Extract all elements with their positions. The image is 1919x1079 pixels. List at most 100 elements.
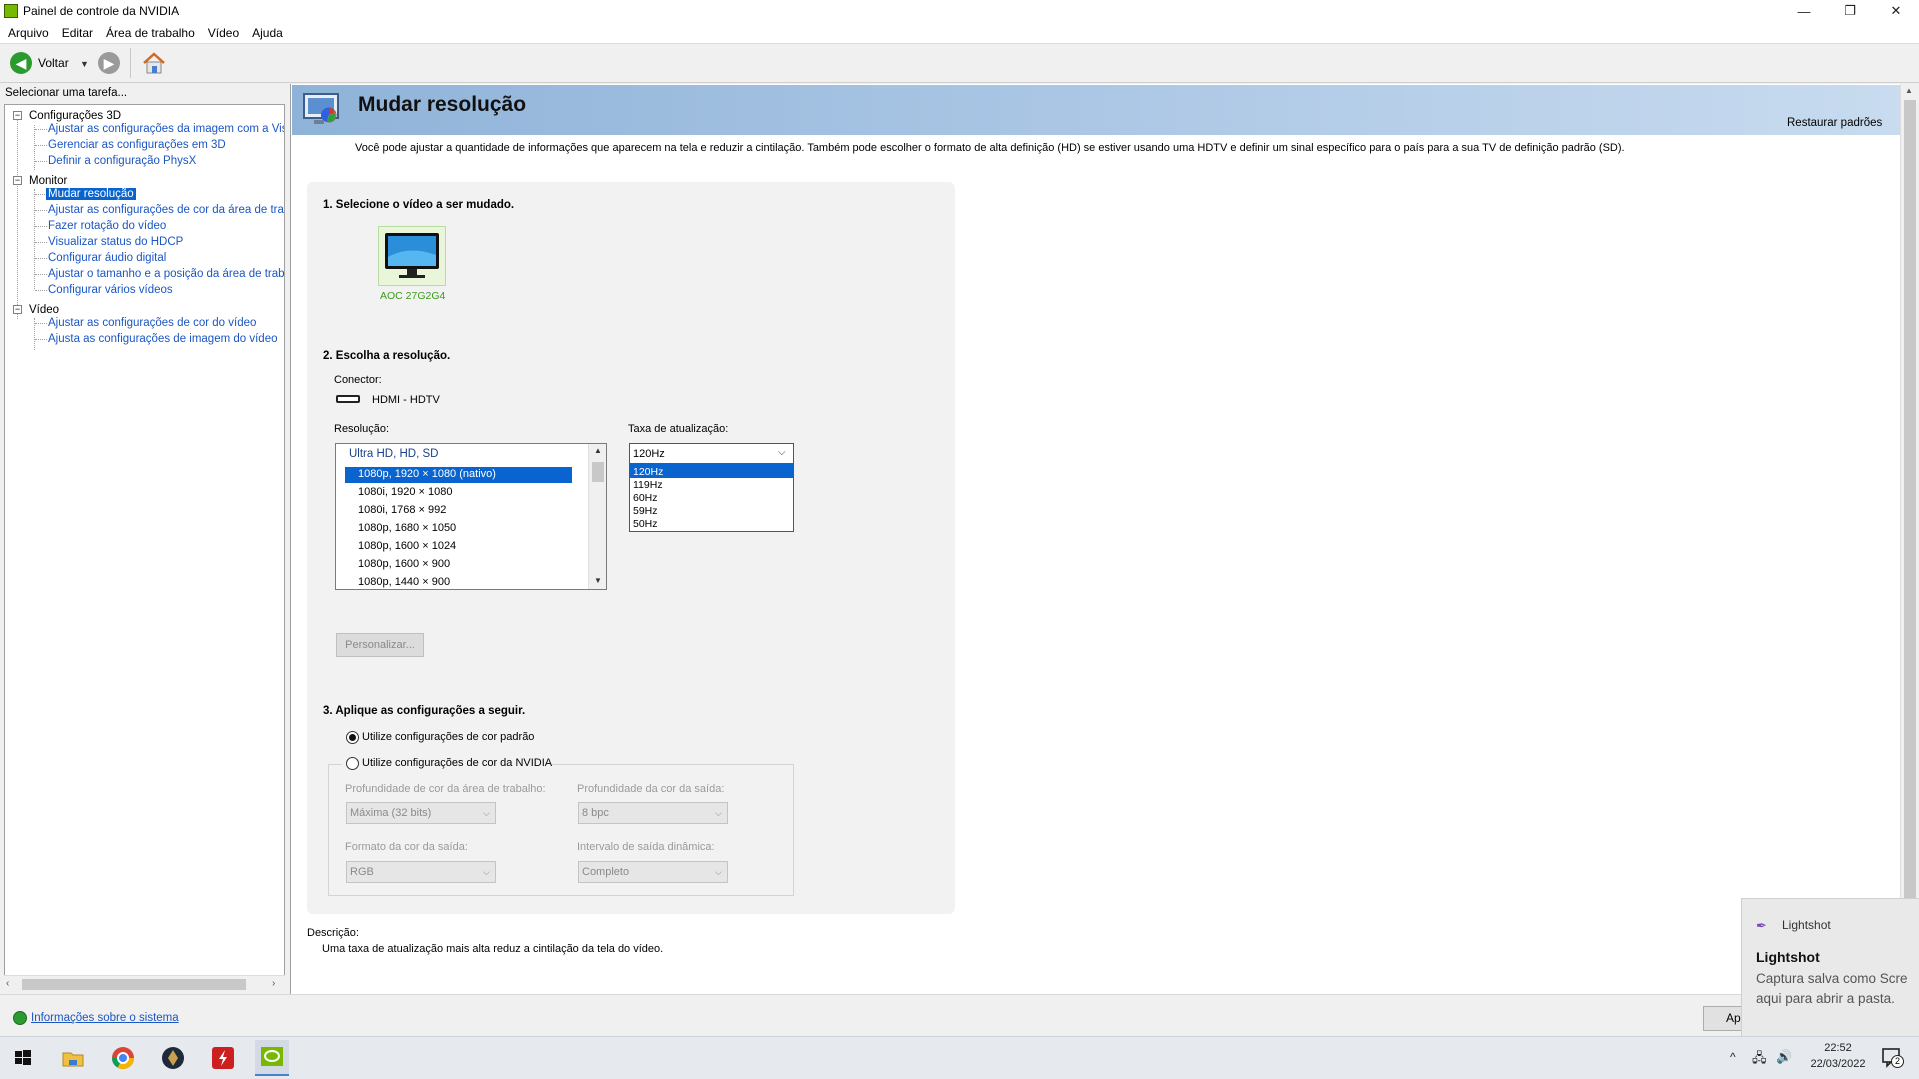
menu-video[interactable]: Vídeo <box>208 26 239 40</box>
menu-arquivo[interactable]: Arquivo <box>8 26 49 40</box>
desktop-color-depth-dropdown[interactable]: Máxima (32 bits) ⌵ <box>346 802 496 824</box>
display-tile[interactable] <box>378 226 446 286</box>
resolution-option[interactable]: 1080p, 1920 × 1080 (nativo) <box>358 468 496 480</box>
refresh-option[interactable]: 59Hz <box>633 505 658 517</box>
output-color-format-dropdown[interactable]: RGB ⌵ <box>346 861 496 883</box>
tray-overflow-chevron-icon[interactable]: ^ <box>1730 1050 1736 1064</box>
lightshot-notification[interactable]: ✒ Lightshot Lightshot Captura salva como… <box>1741 898 1919 1036</box>
scrollbar-thumb[interactable] <box>22 979 246 990</box>
volume-icon[interactable]: 🔊 <box>1776 1049 1792 1065</box>
tree-item-hdcp-status[interactable]: Visualizar status do HDCP <box>48 235 183 249</box>
refresh-rate-value: 120Hz <box>633 448 665 460</box>
dynamic-range-value: Completo <box>582 866 630 878</box>
resolution-option[interactable]: 1080p, 1600 × 1024 <box>358 540 456 552</box>
close-button[interactable]: ✕ <box>1873 0 1919 22</box>
minimize-button[interactable]: — <box>1781 0 1827 22</box>
tree-branch <box>35 145 47 146</box>
refresh-rate-dropdown[interactable]: 120Hz ⌵ <box>629 443 794 464</box>
windows-start-icon[interactable] <box>10 1045 36 1071</box>
tree-item-change-resolution[interactable]: Mudar resolução <box>46 187 136 201</box>
tree-group-3d-settings[interactable]: Configurações 3D <box>29 109 121 123</box>
radio-nvidia-color-label[interactable]: Utilize configurações de cor da NVIDIA <box>362 757 552 769</box>
toast-app-name: Lightshot <box>1782 918 1831 932</box>
taskbar-date[interactable]: 22/03/2022 <box>1803 1058 1873 1070</box>
expander-3d-settings[interactable]: − <box>13 111 22 120</box>
intro-text: Você pode ajustar a quantidade de inform… <box>355 142 1625 154</box>
radio-nvidia-color[interactable] <box>346 757 359 770</box>
expander-monitor[interactable]: − <box>13 176 22 185</box>
scroll-up-arrow-icon[interactable]: ▲ <box>594 446 602 455</box>
tree-item-video-color[interactable]: Ajustar as configurações de cor do vídeo <box>48 316 256 330</box>
toast-title: Lightshot <box>1756 949 1820 965</box>
resolution-scrollbar[interactable]: ▲ ▼ <box>588 444 606 589</box>
nvidia-taskbar-button[interactable] <box>255 1040 289 1076</box>
tree-item-multiple-displays[interactable]: Configurar vários vídeos <box>48 283 173 297</box>
forward-button[interactable]: ▶ <box>98 52 120 74</box>
dynamic-range-dropdown[interactable]: Completo ⌵ <box>578 861 728 883</box>
scrollbar-thumb[interactable] <box>1904 100 1916 914</box>
game-launcher-icon[interactable] <box>160 1045 186 1071</box>
chrome-icon[interactable] <box>110 1045 136 1071</box>
network-icon[interactable]: 🖧 <box>1752 1049 1767 1071</box>
flash-app-icon[interactable] <box>210 1045 236 1071</box>
refresh-rate-options-list[interactable]: 120Hz 119Hz 60Hz 59Hz 50Hz <box>629 464 794 532</box>
toast-line-1: Captura salva como Scre <box>1756 971 1908 986</box>
scroll-right-arrow-icon[interactable]: › <box>272 978 275 989</box>
refresh-option[interactable]: 119Hz <box>633 479 663 491</box>
scroll-up-arrow-icon[interactable]: ▲ <box>1905 86 1913 95</box>
tree-branch <box>35 323 47 324</box>
tree-horizontal-scrollbar[interactable]: ‹ › <box>4 975 285 992</box>
restore-defaults-link[interactable]: Restaurar padrões <box>1787 117 1882 129</box>
tree-item-desktop-color[interactable]: Ajustar as configurações de cor da área … <box>48 203 284 217</box>
refresh-option[interactable]: 50Hz <box>633 518 658 530</box>
scrollbar-thumb[interactable] <box>592 462 604 482</box>
tree-item-image-settings-preview[interactable]: Ajustar as configurações da imagem com a… <box>48 122 284 136</box>
chevron-down-icon: ⌵ <box>483 867 490 877</box>
resolution-option[interactable]: 1080p, 1600 × 900 <box>358 558 450 570</box>
output-color-depth-dropdown[interactable]: 8 bpc ⌵ <box>578 802 728 824</box>
chevron-down-icon: ⌵ <box>715 808 722 818</box>
action-center-button[interactable]: 2 <box>1880 1046 1904 1070</box>
resolution-option[interactable]: 1080i, 1920 × 1080 <box>358 486 453 498</box>
tree-item-digital-audio[interactable]: Configurar áudio digital <box>48 251 166 265</box>
scroll-down-arrow-icon[interactable]: ▼ <box>594 576 602 585</box>
tree-item-desktop-size-position[interactable]: Ajustar o tamanho e a posição da área de… <box>48 267 284 281</box>
chevron-down-icon: ⌵ <box>778 447 786 458</box>
nvidia-app-icon <box>4 4 18 18</box>
desktop-color-depth-label: Profundidade de cor da área de trabalho: <box>345 783 546 795</box>
tree-group-video[interactable]: Vídeo <box>29 303 59 317</box>
title-bar: Painel de controle da NVIDIA — ❐ ✕ <box>0 0 1919 22</box>
refresh-option[interactable]: 120Hz <box>633 466 663 478</box>
monitor-icon <box>385 233 439 278</box>
resolution-listbox[interactable]: Ultra HD, HD, SD 1080p, 1920 × 1080 (nat… <box>335 443 607 590</box>
menu-area-de-trabalho[interactable]: Área de trabalho <box>106 26 195 40</box>
radio-default-color[interactable] <box>346 731 359 744</box>
content-vertical-scrollbar[interactable]: ▲ <box>1900 84 1919 994</box>
tree-branch <box>35 129 47 130</box>
radio-default-color-label[interactable]: Utilize configurações de cor padrão <box>362 731 534 743</box>
file-explorer-icon[interactable] <box>60 1045 86 1071</box>
menu-editar[interactable]: Editar <box>62 26 93 40</box>
home-button[interactable] <box>141 51 167 75</box>
chevron-down-icon: ⌵ <box>715 867 722 877</box>
scroll-left-arrow-icon[interactable]: ‹ <box>6 978 9 989</box>
desktop-color-depth-value: Máxima (32 bits) <box>350 807 432 819</box>
tree-item-rotate-display[interactable]: Fazer rotação do vídeo <box>48 219 166 233</box>
tree-item-video-image[interactable]: Ajusta as configurações de imagem do víd… <box>48 332 278 346</box>
taskbar-clock[interactable]: 22:52 <box>1818 1042 1858 1054</box>
menu-ajuda[interactable]: Ajuda <box>252 26 283 40</box>
back-button[interactable]: ◀ Voltar <box>10 52 69 74</box>
tree-group-monitor[interactable]: Monitor <box>29 174 67 188</box>
customize-button[interactable]: Personalizar... <box>336 633 424 657</box>
resolution-option[interactable]: 1080p, 1440 × 900 <box>358 576 450 588</box>
resolution-option[interactable]: 1080p, 1680 × 1050 <box>358 522 456 534</box>
refresh-option[interactable]: 60Hz <box>633 492 658 504</box>
tree-item-manage-3d-settings[interactable]: Gerenciar as configurações em 3D <box>48 138 226 152</box>
resolution-option[interactable]: 1080i, 1768 × 992 <box>358 504 446 516</box>
section-1-title: 1. Selecione o vídeo a ser mudado. <box>323 199 515 211</box>
maximize-button[interactable]: ❐ <box>1827 0 1873 22</box>
expander-video[interactable]: − <box>13 305 22 314</box>
system-info-link[interactable]: Informações sobre o sistema <box>31 1012 179 1024</box>
back-dropdown-icon[interactable]: ▼ <box>80 59 89 69</box>
tree-item-physx-config[interactable]: Definir a configuração PhysX <box>48 154 196 168</box>
